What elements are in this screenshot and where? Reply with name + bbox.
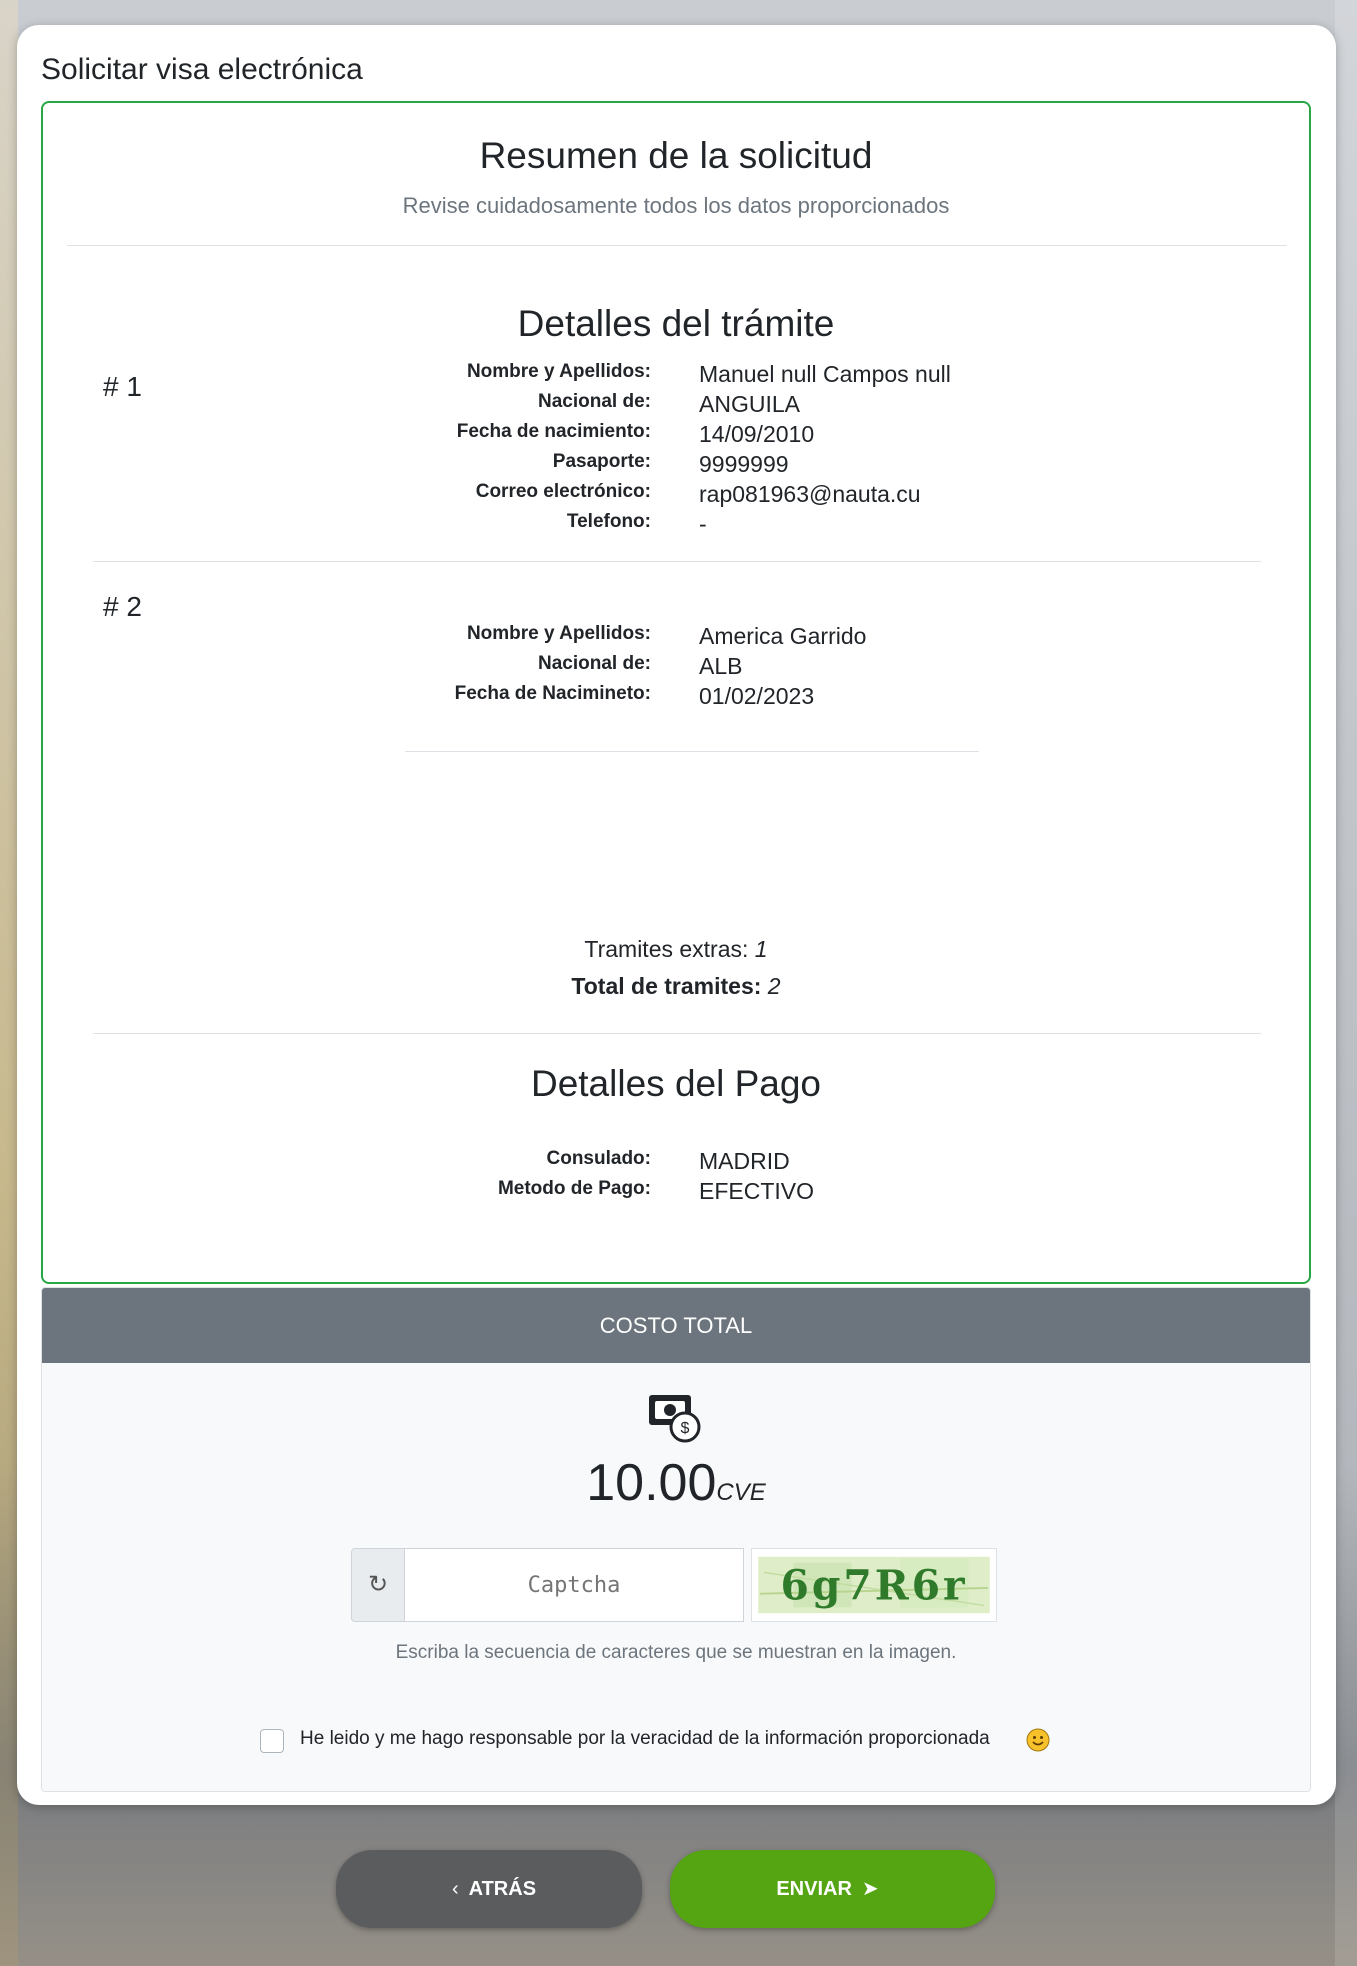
amount-display: 10.00CVE <box>42 1453 1310 1513</box>
currency-label: CVE <box>716 1479 766 1506</box>
total-value: 2 <box>767 973 781 999</box>
back-button[interactable]: ‹ ATRÁS <box>336 1850 642 1928</box>
extras-label: Tramites extras: <box>584 936 755 962</box>
cost-header: COSTO TOTAL <box>42 1288 1310 1363</box>
extras-line: Tramites extras: 1 <box>43 936 1309 963</box>
applicant-field-row: Fecha de Nacimineto: 01/02/2023 <box>43 681 1309 717</box>
total-label: Total de tramites: <box>571 973 762 999</box>
summary-panel: Resumen de la solicitud Revise cuidadosa… <box>41 101 1311 1284</box>
field-value: ANGUILA <box>699 391 800 417</box>
captcha-group: ↻ 6g7R6r <box>351 1548 1001 1622</box>
field-value: Manuel null Campos null <box>699 361 951 387</box>
applicant-field-row: Telefono: - <box>43 509 1309 545</box>
card-title: Solicitar visa electrónica <box>41 53 363 86</box>
consent-label: He leido y me hago responsable por la ve… <box>300 1728 990 1749</box>
field-label: Consulado: <box>546 1148 652 1169</box>
field-label: Nombre y Apellidos: <box>466 623 651 644</box>
summary-title: Resumen de la solicitud <box>479 135 873 176</box>
field-value: America Garrido <box>699 623 867 649</box>
field-label: Correo electrónico: <box>475 481 651 502</box>
divider <box>405 751 979 752</box>
captcha-input[interactable] <box>404 1548 744 1622</box>
summary-subtitle: Revise cuidadosamente todos los datos pr… <box>402 193 950 218</box>
divider <box>93 561 1261 562</box>
field-label: Fecha de nacimiento: <box>456 421 651 442</box>
payment-title: Detalles del Pago <box>530 1063 822 1104</box>
amount-value: 10.00 <box>586 1454 717 1512</box>
share-arrow-icon: ➤ <box>861 1878 879 1900</box>
field-value: rap081963@nauta.cu <box>699 481 921 507</box>
consent-checkbox[interactable] <box>260 1729 284 1753</box>
visa-request-card: Solicitar visa electrónica Resumen de la… <box>17 25 1336 1805</box>
applicant-number: # 2 <box>103 591 142 622</box>
field-label: Nacional de: <box>538 653 651 674</box>
field-label: Metodo de Pago: <box>497 1178 651 1199</box>
field-value: 14/09/2010 <box>699 421 815 447</box>
total-line: Total de tramites: 2 <box>43 973 1309 1000</box>
svg-text:$: $ <box>681 1420 690 1437</box>
details-title: Detalles del trámite <box>517 303 835 344</box>
field-label: Fecha de Nacimineto: <box>454 683 651 704</box>
field-label: Telefono: <box>566 511 651 532</box>
field-label: Pasaporte: <box>552 451 651 472</box>
payment-field-row: Metodo de Pago: EFECTIVO <box>43 1176 1309 1212</box>
extras-value: 1 <box>754 936 768 962</box>
total-cost-box: COSTO TOTAL $ 10.00CVE ↻ 6g7R6r Escriba … <box>41 1287 1311 1792</box>
field-value: EFECTIVO <box>699 1178 815 1204</box>
captcha-image: 6g7R6r <box>751 1548 997 1622</box>
field-value: ALB <box>699 653 743 679</box>
chevron-left-icon: ‹ <box>451 1878 459 1900</box>
field-value: - <box>699 511 707 537</box>
divider <box>67 245 1287 246</box>
money-icon: $ <box>649 1395 701 1443</box>
captcha-help: Escriba la secuencia de caracteres que s… <box>395 1642 957 1663</box>
back-label: ATRÁS <box>468 1878 537 1900</box>
field-value: 9999999 <box>699 451 789 477</box>
captcha-image-text: 6g7R6r <box>781 1562 968 1610</box>
send-label: ENVIAR <box>776 1878 852 1900</box>
smile-icon <box>1026 1728 1050 1752</box>
field-label: Nacional de: <box>538 391 651 412</box>
refresh-icon[interactable]: ↻ <box>351 1548 405 1622</box>
send-button[interactable]: ENVIAR ➤ <box>670 1850 995 1928</box>
field-value: MADRID <box>699 1148 790 1174</box>
divider <box>93 1033 1261 1034</box>
field-label: Nombre y Apellidos: <box>466 361 651 382</box>
field-value: 01/02/2023 <box>699 683 815 709</box>
